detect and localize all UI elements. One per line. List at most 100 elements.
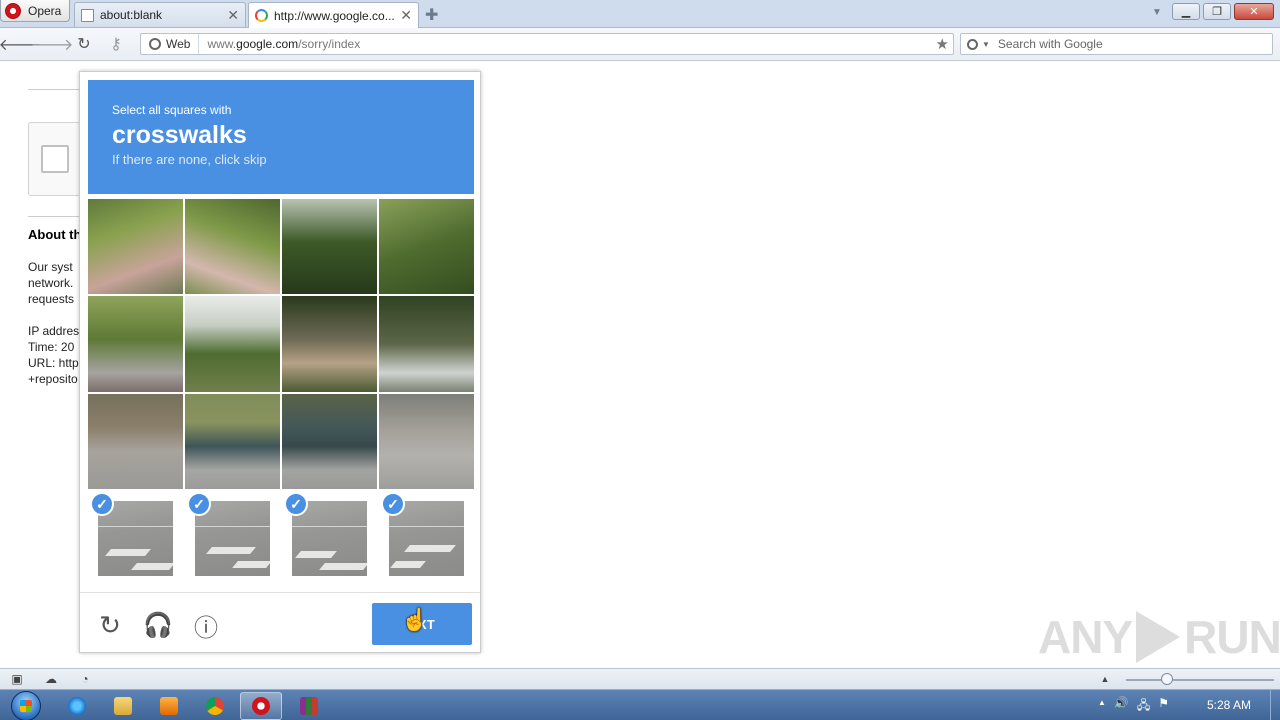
windows-taskbar: ▲ 🔊 🖧 ⚑ 5:28 AM [0, 689, 1280, 720]
taskbar-media-player[interactable] [148, 692, 190, 720]
selected-tile[interactable]: ✓ [379, 490, 474, 580]
info-icon[interactable]: ⓘ [192, 611, 220, 642]
tray-expand-icon[interactable]: ▲ [1098, 696, 1106, 717]
grid-tile[interactable] [379, 296, 474, 392]
taskbar-clock[interactable]: 5:28 AM [1207, 698, 1251, 712]
checkmark-icon: ✓ [90, 492, 114, 516]
url-domain: google.com [236, 37, 299, 51]
grid-tile[interactable] [282, 296, 377, 392]
image-grid [88, 199, 474, 489]
grid-tile[interactable] [379, 199, 474, 295]
system-tray: ▲ 🔊 🖧 ⚑ [1098, 696, 1169, 717]
about-line: Our syst [28, 260, 73, 274]
instruction-prefix: Select all squares with [112, 103, 232, 117]
key-icon[interactable]: ⚷ [106, 34, 126, 54]
checkmark-icon: ✓ [381, 492, 405, 516]
opera-logo-icon [5, 2, 21, 19]
grid-tile[interactable] [185, 199, 280, 295]
info-line: Time: 20 [28, 340, 75, 354]
grid-tile[interactable] [379, 393, 474, 489]
taskbar-chrome[interactable] [194, 692, 236, 720]
new-tab-icon[interactable]: ✚ [425, 5, 438, 25]
selected-tile[interactable]: ✓ [185, 490, 280, 580]
info-line: +reposito [28, 372, 78, 386]
address-bar[interactable]: Web www.google.com/sorry/index ★ [140, 33, 954, 55]
info-line: URL: http [28, 356, 79, 370]
back-arrow-icon[interactable]: 🡐 [0, 34, 41, 54]
volume-icon[interactable]: 🔊 [1114, 696, 1129, 717]
zoom-slider[interactable] [1126, 679, 1274, 681]
opera-menu-button[interactable]: Opera [0, 0, 70, 22]
internet-explorer-icon [68, 697, 86, 715]
turbo-cloud-icon[interactable]: ☁ [44, 672, 58, 686]
grid-tile[interactable] [185, 296, 280, 392]
instruction-target: crosswalks [112, 121, 247, 149]
taskbar-winrar[interactable] [288, 692, 330, 720]
selected-tile[interactable]: ✓ [88, 490, 183, 580]
close-window-icon[interactable]: ✕ [1234, 3, 1274, 20]
bookmark-star-icon[interactable]: ★ [936, 35, 949, 53]
speed-dial-icon[interactable]: ◔ [78, 672, 92, 686]
selected-tile[interactable]: ✓ [282, 490, 377, 580]
grid-tile[interactable] [88, 199, 183, 295]
grid-tile[interactable] [282, 199, 377, 295]
chevron-down-icon[interactable]: ▼ [982, 40, 990, 49]
forward-arrow-icon[interactable]: 🡒 [31, 34, 74, 54]
tab-title: http://www.google.co... [274, 8, 395, 23]
grid-tile[interactable] [185, 393, 280, 489]
taskbar-explorer[interactable] [102, 692, 144, 720]
recaptcha-checkbox[interactable] [41, 145, 69, 173]
about-heading: About th [28, 227, 82, 242]
search-icon [967, 38, 978, 50]
windows-logo-icon [11, 690, 41, 720]
checkmark-icon: ✓ [284, 492, 308, 516]
grid-tile[interactable] [88, 393, 183, 489]
checkmark-icon: ✓ [187, 492, 211, 516]
zoom-slider-handle[interactable] [1161, 673, 1173, 685]
opera-icon [252, 697, 270, 715]
anyrun-watermark: ANY RUN [1038, 611, 1280, 663]
about-line: requests [28, 292, 75, 306]
navigation-toolbar: 🡐 🡒 ↻ ⚷ Web www.google.com/sorry/index ★… [0, 28, 1280, 61]
close-tab-icon[interactable]: ✕ [227, 7, 239, 24]
tab-list-chevron-icon[interactable]: ▼ [1152, 7, 1162, 18]
taskbar-ie[interactable] [56, 692, 98, 720]
reload-challenge-icon[interactable]: ↻ [96, 610, 124, 640]
page-icon [81, 8, 94, 22]
search-box[interactable]: ▼ Search with Google [960, 33, 1273, 55]
archive-icon [300, 697, 318, 715]
folder-icon [114, 697, 132, 715]
recaptcha-challenge: Select all squares with crosswalks If th… [79, 71, 481, 653]
reload-icon[interactable]: ↻ [74, 34, 94, 54]
media-player-icon [160, 697, 178, 715]
network-icon[interactable]: 🖧 [1137, 696, 1150, 717]
restore-icon[interactable]: ❐ [1203, 3, 1231, 20]
search-placeholder: Search with Google [997, 37, 1103, 51]
audio-challenge-icon[interactable]: 🎧 [143, 611, 173, 639]
tab-title: about:blank [100, 8, 163, 22]
action-center-flag-icon[interactable]: ⚑ [1158, 696, 1169, 717]
globe-icon [149, 38, 161, 50]
zoom-toggle-icon[interactable]: ▲ [1098, 672, 1112, 686]
info-line: IP addres [28, 324, 80, 338]
status-bar: ▣ ☁ ◔ ▲ [0, 668, 1280, 689]
grid-tile[interactable] [282, 393, 377, 489]
site-info-badge[interactable]: Web [141, 34, 200, 54]
selected-tiles-row: ✓ ✓ ✓ ✓ [88, 490, 474, 580]
taskbar-opera[interactable] [240, 692, 282, 720]
google-favicon-icon [255, 9, 268, 22]
tab-google[interactable]: http://www.google.co... ✕ [248, 2, 419, 28]
hand-cursor-icon: ☝ [401, 607, 429, 632]
panel-toggle-icon[interactable]: ▣ [10, 672, 24, 686]
instruction-hint: If there are none, click skip [112, 152, 267, 167]
close-tab-icon[interactable]: ✕ [400, 7, 412, 24]
site-info-label: Web [166, 37, 191, 51]
grid-tile[interactable] [88, 296, 183, 392]
tab-about-blank[interactable]: about:blank ✕ [74, 2, 246, 27]
minimize-icon[interactable]: ▁ [1172, 3, 1200, 20]
start-button[interactable] [6, 690, 46, 720]
chrome-icon [206, 697, 224, 715]
show-desktop-button[interactable] [1270, 690, 1280, 720]
url-text[interactable]: www.google.com/sorry/index [199, 37, 360, 51]
challenge-header: Select all squares with crosswalks If th… [88, 80, 474, 194]
